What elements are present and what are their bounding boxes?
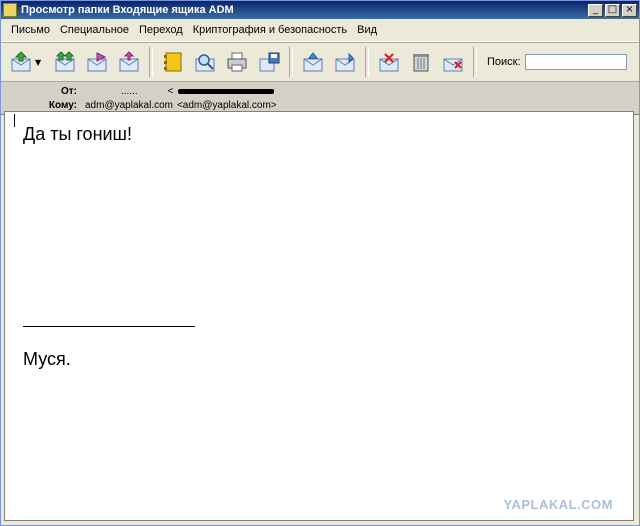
forward-attach-icon (119, 51, 139, 72)
junk-icon (443, 58, 463, 72)
signature-separator (23, 326, 195, 327)
delete-icon (379, 53, 399, 72)
reply-dropdown-icon[interactable]: ▼ (35, 58, 43, 67)
save-icon (259, 52, 280, 72)
watermark: YAPLAKAL.COM (503, 497, 613, 512)
junk-button[interactable] (439, 48, 467, 76)
move-prev-icon (303, 52, 323, 72)
to-email[interactable]: <adm@yaplakal.com> (177, 100, 277, 111)
forward-icon (87, 52, 107, 72)
trash-button[interactable] (407, 48, 435, 76)
trash-icon (413, 54, 429, 72)
to-label: Кому: (48, 99, 77, 111)
from-label: От: (60, 85, 77, 97)
from-email[interactable]: < (168, 86, 174, 97)
find-button[interactable] (191, 48, 219, 76)
forward-button[interactable] (83, 48, 111, 76)
save-button[interactable] (255, 48, 283, 76)
title-bar[interactable]: Просмотр папки Входящие ящика ADM _ □ × (1, 1, 639, 19)
message-text: Да ты гониш! (23, 124, 133, 144)
message-body[interactable]: Да ты гониш! Муся. YAPLAKAL.COM (4, 111, 634, 521)
toolbar-separator (365, 47, 369, 77)
text-caret (14, 114, 15, 127)
toolbar: ▼ Поиск: (1, 42, 639, 82)
mail-window: Просмотр папки Входящие ящика ADM _ □ × … (0, 0, 640, 526)
menu-crypto[interactable]: Криптография и безопасность (193, 24, 347, 36)
menu-bar: Письмо Специальное Переход Криптография … (1, 19, 639, 42)
redacted-sender (177, 88, 274, 94)
window-title: Просмотр папки Входящие ящика ADM (21, 4, 234, 16)
signature-text: Муся. (23, 349, 71, 369)
from-row: От: ...... < (1, 84, 274, 98)
reply-all-button[interactable] (51, 48, 79, 76)
address-book-button[interactable] (159, 48, 187, 76)
find-icon (195, 54, 215, 72)
address-book-icon (164, 52, 182, 72)
toolbar-separator (149, 47, 153, 77)
move-prev-button[interactable] (299, 48, 327, 76)
app-icon (3, 3, 17, 17)
toolbar-separator (473, 47, 477, 77)
toolbar-separator (289, 47, 293, 77)
to-row: Кому: adm@yaplakal.com <adm@yaplakal.com… (1, 98, 277, 112)
print-icon (227, 52, 247, 72)
search-input[interactable] (524, 54, 627, 70)
reply-icon (11, 51, 31, 72)
menu-special[interactable]: Специальное (60, 24, 129, 36)
reply-all-icon (55, 51, 75, 72)
forward-attach-button[interactable] (115, 48, 143, 76)
maximize-button[interactable]: □ (605, 3, 620, 17)
move-next-icon (335, 52, 355, 72)
to-name[interactable]: adm@yaplakal.com (85, 100, 173, 111)
menu-letter[interactable]: Письмо (11, 24, 50, 36)
delete-button[interactable] (375, 48, 403, 76)
menu-view[interactable]: Вид (357, 24, 377, 36)
search-label: Поиск: (487, 56, 521, 68)
move-next-button[interactable] (331, 48, 359, 76)
menu-go[interactable]: Переход (139, 24, 183, 36)
reply-button[interactable] (7, 48, 35, 76)
minimize-button[interactable]: _ (588, 3, 603, 17)
close-button[interactable]: × (622, 3, 637, 17)
print-button[interactable] (223, 48, 251, 76)
from-name[interactable]: ...... (121, 86, 138, 97)
